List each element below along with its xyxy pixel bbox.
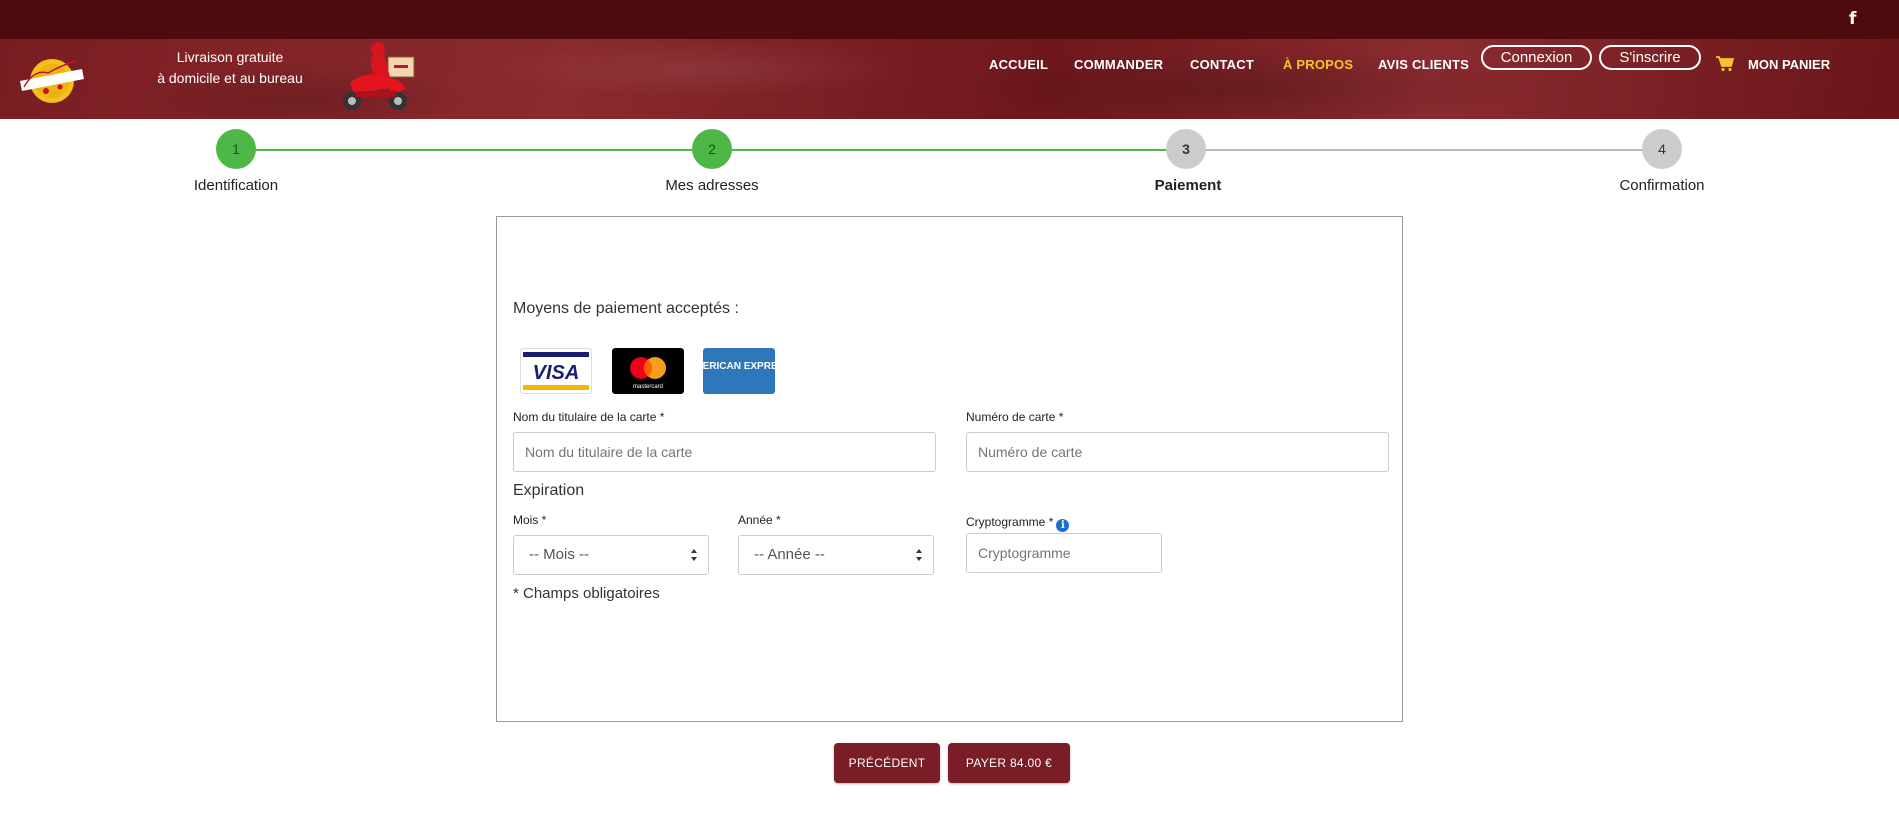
delivery-scooter-icon	[343, 42, 415, 110]
shopping-cart-icon[interactable]	[1716, 56, 1734, 72]
nav-a-propos[interactable]: À PROPOS	[1283, 57, 1353, 72]
login-button[interactable]: Connexion	[1481, 45, 1592, 70]
mastercard-logo-text: mastercard	[633, 384, 663, 390]
required-fields-note: * Champs obligatoires	[513, 585, 660, 602]
mastercard-logo: mastercard	[612, 348, 684, 394]
tagline-line-1: Livraison gratuite	[176, 49, 284, 65]
checkout-stepper: 1 2 3 4 Identification Mes adresses Paie…	[0, 119, 1899, 199]
select-arrows-icon	[691, 549, 697, 561]
select-arrows-icon	[916, 549, 922, 561]
marlu-pizza-logo[interactable]	[16, 51, 86, 107]
top-bar: f	[0, 0, 1899, 39]
nav-accueil[interactable]: ACCUEIL	[989, 57, 1048, 72]
tagline-line-2: à domicile et au bureau	[157, 70, 303, 86]
info-icon[interactable]: i	[1056, 519, 1070, 532]
year-select-value: -- Année --	[754, 546, 825, 563]
step-3-label: Paiement	[1154, 177, 1222, 194]
nav-contact[interactable]: CONTACT	[1190, 57, 1254, 72]
holder-label: Nom du titulaire de la carte *	[513, 410, 665, 424]
step-1-circle: 1	[216, 129, 256, 169]
facebook-icon[interactable]: f	[1849, 10, 1861, 28]
step-3-circle: 3	[1166, 129, 1206, 169]
tagline: Livraison gratuite à domicile et au bure…	[150, 47, 310, 89]
year-select[interactable]: -- Année --	[738, 535, 934, 575]
step-connector-2-3	[712, 149, 1186, 151]
step-4-circle: 4	[1642, 129, 1682, 169]
month-label: Mois *	[513, 513, 547, 527]
cart-link[interactable]: MON PANIER	[1748, 57, 1830, 72]
cvv-label: Cryptogramme *	[966, 515, 1054, 529]
cvv-label-row: Cryptogramme * i	[966, 515, 1070, 532]
step-2-label: Mes adresses	[665, 177, 759, 194]
year-label: Année *	[738, 513, 781, 527]
payment-form-card: Moyens de paiement acceptés : VISA maste…	[496, 216, 1403, 722]
card-number-label: Numéro de carte *	[966, 410, 1064, 424]
card-number-input[interactable]	[966, 432, 1389, 472]
step-4-label: Confirmation	[1619, 177, 1705, 194]
amex-logo-text: AMERICAN EXPRESS	[703, 361, 775, 372]
expiration-title: Expiration	[513, 482, 585, 499]
nav-avis-clients[interactable]: AVIS CLIENTS	[1378, 57, 1469, 72]
month-select[interactable]: -- Mois --	[513, 535, 709, 575]
accepted-payments-title: Moyens de paiement acceptés :	[513, 300, 739, 317]
step-1-label: Identification	[193, 177, 279, 194]
previous-button[interactable]: PRÉCÉDENT	[834, 743, 940, 783]
amex-logo: AMERICAN EXPRESS	[703, 348, 775, 394]
step-connector-1-2	[236, 149, 712, 151]
step-connector-3-4	[1186, 149, 1662, 151]
visa-logo: VISA	[520, 348, 592, 394]
card-holder-input[interactable]	[513, 432, 936, 472]
signup-button[interactable]: S'inscrire	[1599, 45, 1701, 70]
visa-logo-text: VISA	[533, 362, 580, 384]
pay-button[interactable]: PAYER 84.00 €	[948, 743, 1070, 783]
step-2-circle: 2	[692, 129, 732, 169]
nav-commander[interactable]: COMMANDER	[1074, 57, 1163, 72]
cvv-input[interactable]	[966, 533, 1162, 573]
month-select-value: -- Mois --	[529, 546, 589, 563]
